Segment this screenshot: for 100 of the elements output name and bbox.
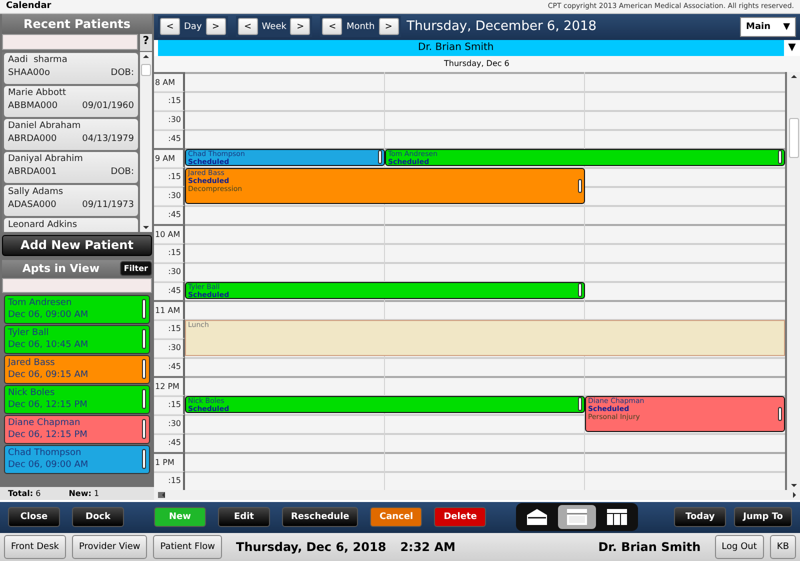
filter-button[interactable]: Filter: [120, 261, 152, 276]
time-label: 1 PM: [154, 452, 185, 471]
patient-name: Jared Bass: [8, 357, 56, 370]
time-label: 10 AM: [154, 224, 185, 243]
drag-handle[interactable]: [142, 419, 146, 440]
patient-name: Nick Boles: [8, 387, 56, 400]
patient-dob: 04/13/1979: [82, 134, 134, 144]
toolbar-button[interactable]: Today: [674, 507, 726, 528]
patient-name: Daniel Abraham: [8, 120, 82, 131]
patient-id: ADASA000: [8, 200, 56, 210]
patient-card[interactable]: Aadi sharma SHAA00o DOB:: [4, 52, 138, 84]
nav-button[interactable]: Log Out: [714, 534, 764, 559]
horizontal-scrollbar[interactable]: [154, 490, 800, 500]
patient-card[interactable]: Daniyal Abrahim ABRDA001 DOB:: [4, 152, 138, 183]
scroll-up-icon[interactable]: [790, 74, 796, 78]
scroll-thumb[interactable]: [141, 64, 151, 76]
next-button[interactable]: >: [206, 18, 226, 36]
patient-name: Daniyal Abrahim: [8, 154, 84, 164]
house-icon: [526, 508, 548, 526]
toolbar-button[interactable]: Reschedule: [282, 507, 358, 528]
appointment-card[interactable]: Jared Bass Dec 06, 09:15 AM: [4, 354, 150, 384]
new-count: New: 1: [68, 488, 100, 498]
toolbar-button[interactable]: Edit: [218, 507, 270, 528]
resize-handle[interactable]: [778, 150, 782, 164]
time-label: :15: [154, 242, 185, 262]
view-button[interactable]: [558, 505, 596, 530]
appointment-card[interactable]: Chad Thompson Dec 06, 09:00 AM: [4, 444, 150, 474]
drag-handle[interactable]: [142, 389, 146, 410]
scroll-thumb[interactable]: [788, 118, 798, 158]
time-label: :15: [154, 90, 185, 110]
panel-title: Apts in View: [21, 262, 100, 276]
scrollbar[interactable]: [785, 72, 800, 490]
patient-card[interactable]: Leonard Adkins: [4, 218, 138, 232]
patient-card[interactable]: Sally Adams ADASA000 09/11/1973: [4, 184, 138, 216]
scroll-up-icon[interactable]: [143, 54, 149, 58]
period-label: Month: [346, 22, 375, 32]
scroll-left-icon[interactable]: [158, 492, 165, 498]
columns-icon: [606, 508, 628, 526]
previous-button[interactable]: <: [322, 18, 342, 36]
resize-handle[interactable]: [578, 178, 582, 193]
resize-handle[interactable]: [578, 397, 582, 412]
window-title: Calendar: [6, 1, 52, 12]
previous-button[interactable]: <: [238, 18, 258, 36]
resize-handle[interactable]: [778, 406, 782, 421]
time-label: :30: [154, 262, 185, 281]
time-label: :30: [154, 110, 185, 129]
search-field[interactable]: [2, 34, 138, 50]
previous-button[interactable]: <: [160, 18, 180, 36]
calendar-date: Thursday, December 6, 2018: [406, 19, 598, 34]
scrollbar[interactable]: [140, 52, 152, 232]
drag-handle[interactable]: [142, 329, 146, 350]
resize-handle[interactable]: [378, 150, 382, 164]
time-label: :30: [154, 414, 185, 433]
toolbar-button[interactable]: Dock: [72, 507, 124, 528]
status-date: Thursday, Dec 6, 2018: [236, 540, 386, 554]
resize-handle[interactable]: [578, 283, 582, 298]
provider-dropdown-caret[interactable]: ▼: [784, 42, 800, 54]
day-header: Thursday, Dec 6: [444, 59, 510, 68]
scroll-right-icon[interactable]: [793, 492, 796, 498]
provider-header[interactable]: Dr. Brian Smith: [158, 40, 784, 56]
appointment-time: Dec 06, 09:00 AM: [8, 459, 90, 472]
patient-id: SHAA00o: [8, 68, 50, 78]
filter-field[interactable]: [2, 278, 152, 293]
next-button[interactable]: >: [378, 18, 399, 36]
patient-name: Chad Thompson: [8, 447, 82, 460]
appointment-card[interactable]: Nick Boles Dec 06, 12:15 PM: [4, 384, 150, 414]
next-button[interactable]: >: [290, 18, 310, 36]
status-time: 2:32 AM: [400, 540, 456, 554]
patient-name: Aadi sharma: [8, 54, 68, 65]
drag-handle[interactable]: [142, 359, 146, 380]
patient-name: Tyler Ball: [8, 327, 50, 340]
toolbar-button[interactable]: Delete: [434, 507, 486, 528]
nav-button[interactable]: KB: [770, 534, 796, 559]
help-button[interactable]: ?: [140, 34, 152, 51]
nav-button[interactable]: Front Desk: [4, 534, 66, 559]
toolbar-button[interactable]: Jump To: [734, 507, 792, 528]
patient-id: ABBMA000: [8, 100, 58, 111]
drag-handle[interactable]: [142, 299, 146, 320]
add-patient-button[interactable]: Add New Patient: [2, 234, 152, 256]
patient-card[interactable]: Daniel Abraham ABRDA000 04/13/1979: [4, 118, 138, 150]
appointment-time: Dec 06, 12:15 PM: [8, 429, 88, 442]
drag-handle[interactable]: [142, 449, 146, 470]
appointment-time: Dec 06, 09:00 AM: [8, 309, 90, 322]
scroll-down-icon[interactable]: [790, 484, 796, 487]
patient-dob: 09/01/1960: [82, 100, 134, 111]
period-label: Day: [184, 22, 202, 32]
nav-button[interactable]: Provider View: [72, 534, 148, 559]
appointment-card[interactable]: Tyler Ball Dec 06, 10:45 AM: [4, 324, 150, 354]
patient-card[interactable]: Marie Abbott ABBMA000 09/01/1960: [4, 86, 138, 117]
view-dropdown[interactable]: Main ▼: [740, 16, 796, 37]
toolbar-button[interactable]: Close: [8, 507, 60, 528]
time-label: 8 AM: [154, 72, 185, 91]
appointment-time: Dec 06, 12:15 PM: [8, 399, 88, 412]
appointment-card[interactable]: Diane Chapman Dec 06, 12:15 PM: [4, 414, 150, 444]
appointment-card[interactable]: Tom Andresen Dec 06, 09:00 AM: [4, 294, 150, 324]
nav-button[interactable]: Patient Flow: [153, 534, 222, 559]
scroll-down-icon[interactable]: [143, 226, 149, 229]
patient-name: Marie Abbott: [8, 88, 68, 98]
patient-dob: DOB:: [110, 68, 134, 78]
time-label: 12 PM: [154, 376, 185, 395]
